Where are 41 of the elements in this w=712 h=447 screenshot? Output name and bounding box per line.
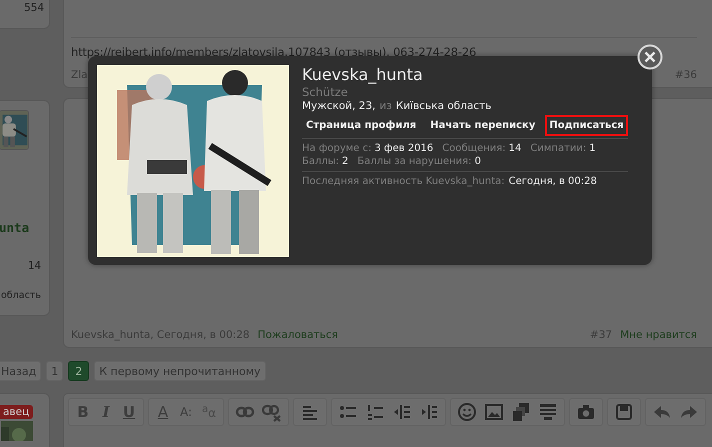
like-link[interactable]: Мне нравится xyxy=(620,329,697,341)
last-activity-label: Последняя активность Kuevska_hunta: xyxy=(302,176,505,187)
gender-age: Мужской, 23, xyxy=(302,100,376,112)
profile-link[interactable]: Начать переписку xyxy=(426,115,540,136)
outdent-icon[interactable] xyxy=(392,402,412,422)
user-location: область xyxy=(1,290,41,301)
stat-label: Симпатии: xyxy=(530,143,586,154)
stat-value: 3 фев 2016 xyxy=(374,143,434,154)
stat-label: Сообщения: xyxy=(442,143,506,154)
smiley-icon[interactable] xyxy=(457,402,477,422)
from-label: из xyxy=(379,100,392,112)
stat-value: 1 xyxy=(589,143,596,154)
unlink-icon[interactable] xyxy=(262,402,282,422)
message-count: 554 xyxy=(24,1,44,14)
profile-link[interactable]: Подписаться xyxy=(545,115,628,136)
stat-value: 0 xyxy=(474,156,481,167)
message-count: 14 xyxy=(28,259,41,272)
member-location: Київська область xyxy=(396,100,492,112)
indent-icon[interactable] xyxy=(419,402,439,422)
numbered-list-icon[interactable] xyxy=(365,402,385,422)
stat-label: На форуме с: xyxy=(302,143,372,154)
document-icon[interactable] xyxy=(538,402,558,422)
stat-label: Баллы: xyxy=(302,156,340,167)
stat-value: 14 xyxy=(508,143,522,154)
stat-value: 2 xyxy=(342,156,348,167)
page-button[interactable]: 1 xyxy=(46,361,64,381)
camera-icon[interactable] xyxy=(576,402,596,422)
member-name: Kuevska_hunta xyxy=(302,65,424,84)
user-badge: авец xyxy=(0,405,34,419)
stat-label: Баллы за нарушения: xyxy=(357,156,472,167)
image-icon[interactable] xyxy=(484,402,504,422)
report-link[interactable]: Пожаловаться xyxy=(258,329,338,341)
save-icon[interactable] xyxy=(614,402,634,422)
page-button[interactable]: 2 xyxy=(68,361,90,381)
media-icon[interactable] xyxy=(511,402,531,422)
page-button[interactable]: Назад xyxy=(0,361,42,381)
username[interactable]: unta xyxy=(0,220,49,235)
member-title: Schütze xyxy=(302,85,349,99)
last-activity-value: Сегодня, в 00:28 xyxy=(508,176,597,187)
profile-link[interactable]: Страница профиля xyxy=(302,115,420,136)
page-button[interactable]: К первому непрочитанному xyxy=(94,361,266,381)
